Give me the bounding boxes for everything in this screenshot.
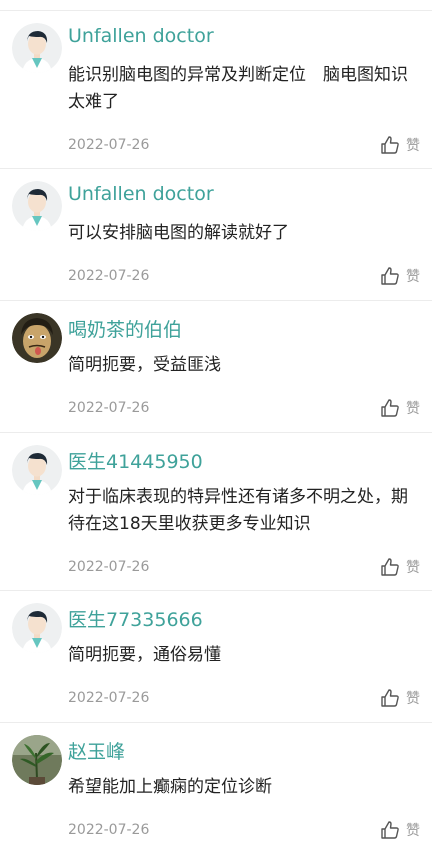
thumbs-up-icon [381,558,399,576]
user-name[interactable]: 赵玉峰 [68,737,125,764]
plant-photo-avatar-icon [12,735,62,785]
like-label: 赞 [406,401,420,417]
like-label: 赞 [406,560,420,576]
like-button[interactable]: 赞 [380,266,420,286]
user-name[interactable]: Unfallen doctor [68,25,214,47]
thumbs-up-icon [381,821,399,839]
comment-date: 2022-07-26 [68,400,150,416]
like-label: 赞 [406,823,420,839]
comment-date: 2022-07-26 [68,559,150,575]
user-name[interactable]: Unfallen doctor [68,183,214,205]
like-label: 赞 [406,269,420,285]
comment-text: 简明扼要，通俗易懂 [68,645,221,665]
user-avatar[interactable] [12,313,62,363]
user-avatar[interactable] [12,23,62,73]
cartoon-face-avatar-icon [12,313,62,363]
comment-item: Unfallen doctor 能识别脑电图的异常及判断定位 脑电图知识太难了 … [0,11,432,169]
comment-list: Unfallen doctor 能识别脑电图的异常及判断定位 脑电图知识太难了 … [0,11,432,855]
comment-item: 医生77335666 简明扼要，通俗易懂 2022-07-26 赞 [0,591,432,723]
comment-text: 对于临床表现的特异性还有诸多不明之处，期待在这18天里收获更多专业知识 [68,487,408,534]
comment-text: 能识别脑电图的异常及判断定位 脑电图知识太难了 [68,65,408,112]
like-label: 赞 [406,138,420,154]
comment-date: 2022-07-26 [68,137,150,153]
doctor-avatar-icon [12,603,62,653]
comment-text: 简明扼要，受益匪浅 [68,355,221,375]
comment-item: Unfallen doctor 可以安排脑电图的解读就好了 2022-07-26… [0,169,432,301]
doctor-avatar-icon [12,445,62,495]
user-name[interactable]: 喝奶茶的伯伯 [68,315,182,342]
like-button[interactable]: 赞 [380,820,420,840]
comment-item: 医生41445950 对于临床表现的特异性还有诸多不明之处，期待在这18天里收获… [0,433,432,591]
comment-item: 赵玉峰 希望能加上癫痫的定位诊断 2022-07-26 赞 [0,723,432,855]
thumbs-up-icon [381,136,399,154]
comment-date: 2022-07-26 [68,268,150,284]
thumbs-up-icon [381,267,399,285]
user-avatar[interactable] [12,181,62,231]
user-avatar[interactable] [12,603,62,653]
user-name[interactable]: 医生77335666 [68,605,203,632]
doctor-avatar-icon [12,23,62,73]
comment-date: 2022-07-26 [68,822,150,838]
user-name[interactable]: 医生41445950 [68,447,203,474]
like-label: 赞 [406,691,420,707]
thumbs-up-icon [381,689,399,707]
comment-text: 希望能加上癫痫的定位诊断 [68,777,272,797]
user-avatar[interactable] [12,445,62,495]
thumbs-up-icon [381,399,399,417]
like-button[interactable]: 赞 [380,557,420,577]
like-button[interactable]: 赞 [380,398,420,418]
comment-date: 2022-07-26 [68,690,150,706]
comment-item: 喝奶茶的伯伯 简明扼要，受益匪浅 2022-07-26 赞 [0,301,432,433]
like-button[interactable]: 赞 [380,135,420,155]
user-avatar[interactable] [12,735,62,785]
comment-text: 可以安排脑电图的解读就好了 [68,223,289,243]
doctor-avatar-icon [12,181,62,231]
like-button[interactable]: 赞 [380,688,420,708]
